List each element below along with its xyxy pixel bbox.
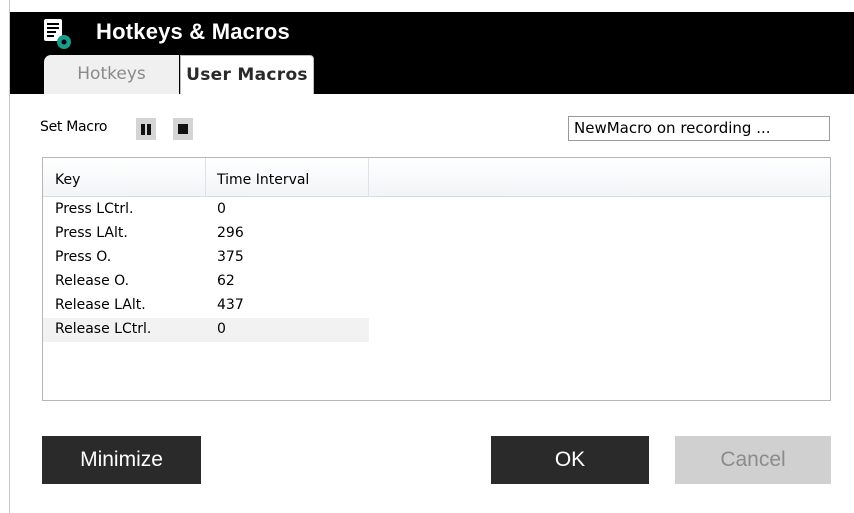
pause-button[interactable]	[136, 118, 156, 140]
cell-key: Press LAlt.	[55, 225, 128, 241]
cell-interval: 0	[217, 201, 226, 217]
window-title: Hotkeys & Macros	[96, 19, 290, 44]
cell-key: Press O.	[55, 249, 112, 265]
minimize-button[interactable]: Minimize	[42, 436, 201, 484]
macro-table: Key Time Interval Press LCtrl. 0 Press L…	[42, 157, 831, 401]
stop-button[interactable]	[173, 118, 193, 140]
stop-icon	[178, 124, 188, 134]
cell-key: Release LAlt.	[55, 297, 146, 313]
pause-icon-bar	[147, 124, 151, 135]
cancel-button[interactable]: Cancel	[675, 436, 831, 484]
script-doc-gear-icon	[44, 19, 71, 49]
macro-status-field[interactable]: NewMacro on recording ...	[568, 116, 830, 141]
table-row[interactable]: Press LAlt. 296	[43, 222, 369, 246]
table-row[interactable]: Press LCtrl. 0	[43, 198, 369, 222]
cell-interval: 0	[217, 321, 226, 337]
ok-button[interactable]: OK	[491, 436, 649, 484]
table-row[interactable]: Release LAlt. 437	[43, 294, 369, 318]
cell-interval: 437	[217, 297, 244, 313]
cell-key: Release O.	[55, 273, 130, 289]
cell-interval: 375	[217, 249, 244, 265]
cell-interval: 296	[217, 225, 244, 241]
set-macro-label: Set Macro	[40, 119, 108, 135]
tab-user-macros[interactable]: User Macros	[180, 55, 314, 94]
table-row[interactable]: Release O. 62	[43, 270, 369, 294]
cell-key: Press LCtrl.	[55, 201, 134, 217]
column-header-time-interval[interactable]: Time Interval	[206, 158, 369, 196]
table-row[interactable]: Press O. 375	[43, 246, 369, 270]
pause-icon	[141, 124, 145, 135]
window-left-edge	[0, 0, 10, 513]
table-header: Key Time Interval	[43, 158, 830, 197]
tab-hotkeys[interactable]: Hotkeys	[44, 55, 179, 94]
table-row[interactable]: Release LCtrl. 0	[43, 318, 369, 342]
cell-key: Release LCtrl.	[55, 321, 152, 337]
column-header-key[interactable]: Key	[43, 158, 206, 196]
title-bar: Hotkeys & Macros Hotkeys User Macros	[10, 12, 854, 94]
cell-interval: 62	[217, 273, 235, 289]
